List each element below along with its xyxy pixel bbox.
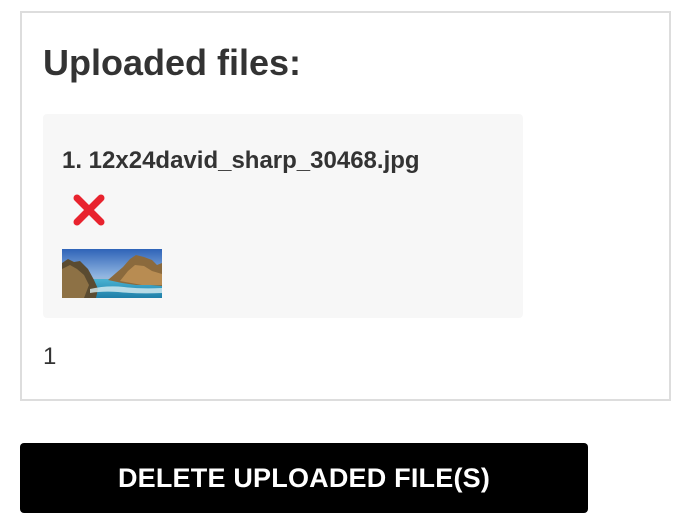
delete-uploaded-files-button[interactable]: DELETE UPLOADED FILE(S) xyxy=(20,443,588,513)
file-list-item: 1. 12x24david_sharp_30468.jpg xyxy=(43,114,523,318)
file-thumbnail xyxy=(62,249,162,298)
panel-title: Uploaded files: xyxy=(43,42,302,83)
file-count: 1 xyxy=(43,343,57,370)
close-icon[interactable] xyxy=(71,192,107,228)
file-name: 1. 12x24david_sharp_30468.jpg xyxy=(62,147,420,174)
uploaded-files-panel: Uploaded files: 1. 12x24david_sharp_3046… xyxy=(20,11,671,401)
